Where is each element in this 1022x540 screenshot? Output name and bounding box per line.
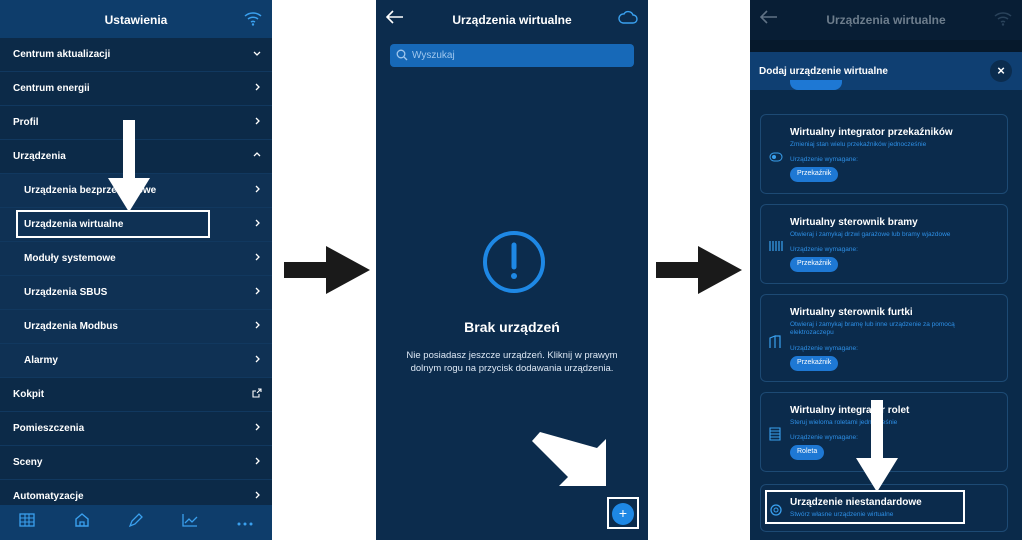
empty-state-description: Nie posiadasz jeszcze urządzeń. Kliknij … [406,350,618,374]
search-icon [396,49,408,61]
wifi-icon [244,10,262,31]
external-link-icon [252,388,262,401]
more-icon[interactable] [237,514,253,532]
pencil-icon[interactable] [128,512,144,533]
bottom-nav [0,505,272,540]
menu-item-label: Moduły systemowe [24,253,116,264]
menu-item-label: Automatyzacje [13,491,84,502]
search-placeholder: Wyszukaj [412,50,455,61]
highlight-box [765,490,965,524]
chevron-right-icon [252,354,262,367]
menu-item-label: Centrum aktualizacji [13,49,111,60]
chevron-right-icon [252,490,262,503]
menu-item-label: Kokpit [13,389,45,400]
menu-item-modbus-devices[interactable]: Urządzenia Modbus [0,310,272,344]
menu-item-label: Alarmy [24,355,58,366]
card-description: Otwieraj i zamykaj bramę lub inne urządz… [790,321,955,336]
search-input[interactable]: Wyszukaj [390,44,634,67]
menu-item-label: Sceny [13,457,43,468]
diagonal-arrow-icon [532,432,606,486]
add-virtual-device-screen: Urządzenia wirtualne Dodaj urządzenie wi… [750,0,1022,540]
warning-circle-icon [483,231,545,293]
chevron-right-icon [252,218,262,231]
required-device-pill: Przekaźnik [790,167,839,182]
down-arrow-icon [856,400,898,492]
partial-pill [790,80,842,90]
chevron-right-icon [252,252,262,265]
virtual-devices-screen: Urządzenia wirtualne Wyszukaj Brak urząd… [376,0,648,540]
virtual-devices-header: Urządzenia wirtualne [376,0,648,40]
grid-icon[interactable] [19,513,35,532]
card-title: Wirtualny integrator przekaźników [790,127,953,138]
add-device-button[interactable]: + [612,503,634,525]
chevron-up-icon [252,150,262,163]
gate-icon [769,239,783,257]
door-icon [769,335,781,354]
card-title: Wirtualny sterownik furtki [790,307,913,318]
menu-item-label: Pomieszczenia [13,423,85,434]
cloud-icon[interactable] [618,10,638,29]
down-arrow-icon [108,120,150,212]
menu-item-alarms[interactable]: Alarmy [0,344,272,378]
required-device-pill: Przekaźnik [790,257,839,272]
required-label: Urządzenie wymagane: [790,434,858,441]
menu-item-energy-center[interactable]: Centrum energii [0,72,272,106]
sheet-title: Dodaj urządzenie wirtualne [759,66,888,77]
chevron-right-icon [252,82,262,95]
close-button[interactable]: × [990,60,1012,82]
card-gate-controller[interactable]: Wirtualny sterownik bramy Otwieraj i zam… [760,204,1008,284]
menu-item-label: Urządzenia Modbus [24,321,118,332]
menu-item-sbus-devices[interactable]: Urządzenia SBUS [0,276,272,310]
card-relay-integrator[interactable]: Wirtualny integrator przekaźników Zmieni… [760,114,1008,194]
chevron-right-icon [252,116,262,129]
menu-item-label: Profil [13,117,39,128]
toggle-icon [769,149,783,167]
card-description: Zmieniaj stan wielu przekaźników jednocz… [790,141,927,148]
home-icon[interactable] [74,512,90,533]
chevron-right-icon [252,422,262,435]
menu-item-scenes[interactable]: Sceny [0,446,272,480]
page-title: Urządzenia wirtualne [452,13,572,27]
menu-item-system-modules[interactable]: Moduły systemowe [0,242,272,276]
empty-state-title: Brak urządzeń [464,319,560,335]
chart-icon[interactable] [182,513,198,532]
card-description: Otwieraj i zamykaj drzwi garażowe lub br… [790,231,951,238]
required-device-pill: Przekaźnik [790,356,839,371]
chevron-right-icon [252,456,262,469]
blinds-icon [769,427,781,446]
page-title: Ustawienia [104,13,168,27]
chevron-down-icon [252,48,262,61]
right-arrow-icon [656,246,742,294]
menu-item-label: Urządzenia [13,151,66,162]
chevron-right-icon [252,320,262,333]
right-arrow-icon [284,246,370,294]
menu-item-update-center[interactable]: Centrum aktualizacji [0,38,272,72]
settings-screen: Ustawienia Centrum aktualizacji Centrum … [0,0,272,540]
required-device-pill: Roleta [790,445,825,460]
settings-header: Ustawienia [0,0,272,40]
required-label: Urządzenie wymagane: [790,246,858,253]
required-label: Urządzenie wymagane: [790,345,858,352]
menu-item-label: Centrum energii [13,83,90,94]
card-wicket-controller[interactable]: Wirtualny sterownik furtki Otwieraj i za… [760,294,1008,382]
required-label: Urządzenie wymagane: [790,156,858,163]
menu-item-cockpit[interactable]: Kokpit [0,378,272,412]
highlight-box [16,210,210,238]
menu-item-rooms[interactable]: Pomieszczenia [0,412,272,446]
menu-item-label: Urządzenia SBUS [24,287,108,298]
chevron-right-icon [252,184,262,197]
chevron-right-icon [252,286,262,299]
card-title: Wirtualny sterownik bramy [790,217,918,228]
